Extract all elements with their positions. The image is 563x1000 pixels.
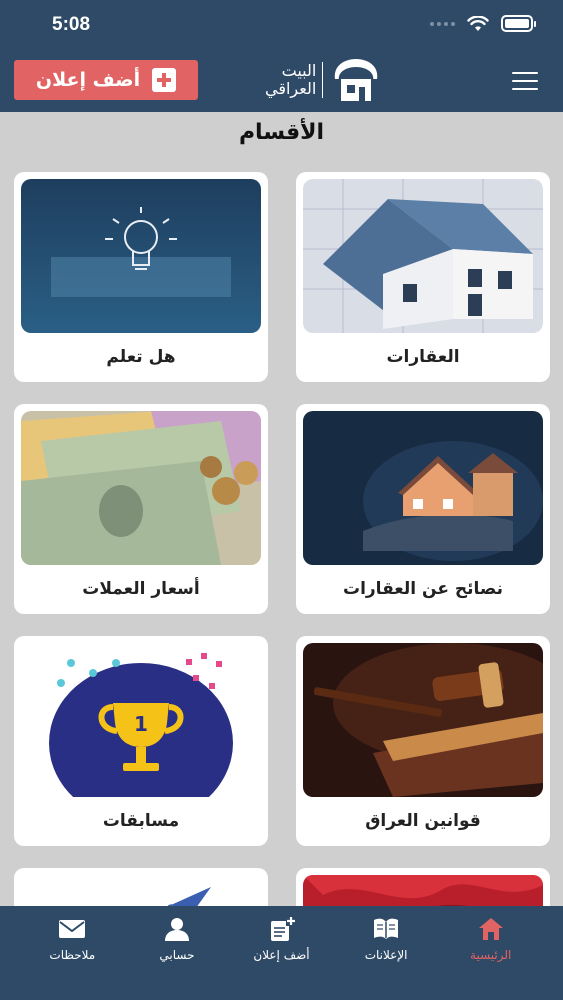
category-image-partial: [303, 875, 543, 906]
category-label: أسعار العملات: [82, 579, 200, 599]
competitions-image: 1: [21, 643, 261, 797]
category-image-partial: [21, 875, 261, 906]
bottom-nav: الرئيسية الإعلانات أضف إعلان حسابي ملاحظ…: [0, 906, 563, 1000]
category-label: قوانين العراق: [365, 811, 481, 831]
nav-label: الإعلانات: [364, 948, 408, 962]
wifi-icon: [467, 15, 489, 31]
add-post-icon: [270, 916, 296, 941]
nav-my-account[interactable]: حسابي: [125, 916, 230, 1000]
add-ad-label: أضف إعلان: [35, 69, 141, 91]
category-card-partial[interactable]: [14, 868, 268, 906]
plus-icon: [152, 68, 177, 92]
home-icon: [478, 918, 503, 940]
category-card-did-you-know[interactable]: هل تعلم: [14, 172, 268, 382]
section-title: الأقسام: [238, 120, 325, 145]
signal-icon: [430, 21, 455, 26]
did-you-know-image: [21, 179, 261, 333]
nav-add-ad[interactable]: أضف إعلان: [229, 916, 334, 1000]
nav-label: أضف إعلان: [253, 948, 310, 962]
iraq-laws-image: [303, 643, 543, 797]
status-time: 5:08: [52, 14, 91, 35]
mail-icon: [59, 920, 86, 938]
category-card-competitions[interactable]: 1 مسابقات: [14, 636, 268, 846]
nav-label: الرئيسية: [470, 948, 512, 962]
logo-text: البيت العراقي: [265, 62, 324, 98]
currency-prices-image: [21, 411, 261, 565]
nav-home[interactable]: الرئيسية: [438, 916, 543, 1000]
real-estate-tips-image: [303, 411, 543, 565]
status-icons: [430, 15, 536, 32]
category-card-iraq-laws[interactable]: قوانين العراق: [296, 636, 550, 846]
real-estate-image: [303, 179, 543, 333]
battery-icon: [501, 15, 536, 32]
category-label: هل تعلم: [106, 347, 176, 367]
category-label: العقارات: [386, 347, 460, 367]
category-card-real-estate[interactable]: العقارات: [296, 172, 550, 382]
nav-label: ملاحظات: [49, 948, 96, 962]
menu-button[interactable]: [512, 72, 538, 90]
nav-label: حسابي: [159, 948, 195, 962]
category-card-real-estate-tips[interactable]: نصائح عن العقارات: [296, 404, 550, 614]
app-header: 5:08 أضف إعلان البيت العراقي: [0, 0, 563, 112]
categories-section: الأقسام العقارات هل تعلم نصائح عن العقار…: [0, 112, 563, 906]
house-logo-icon: [335, 59, 378, 101]
category-label: مسابقات: [102, 811, 180, 831]
category-card-partial[interactable]: [296, 868, 550, 906]
nav-feedback[interactable]: ملاحظات: [20, 916, 125, 1000]
nav-ads[interactable]: الإعلانات: [334, 916, 439, 1000]
svg-text:1: 1: [134, 712, 148, 736]
user-icon: [164, 918, 189, 941]
add-ad-button[interactable]: أضف إعلان: [14, 60, 198, 100]
app-logo: البيت العراقي: [265, 54, 395, 106]
book-icon: [374, 918, 399, 939]
category-label: نصائح عن العقارات: [342, 579, 504, 599]
categories-grid: العقارات هل تعلم نصائح عن العقارات أسعار…: [14, 172, 550, 906]
category-card-currency-prices[interactable]: أسعار العملات: [14, 404, 268, 614]
